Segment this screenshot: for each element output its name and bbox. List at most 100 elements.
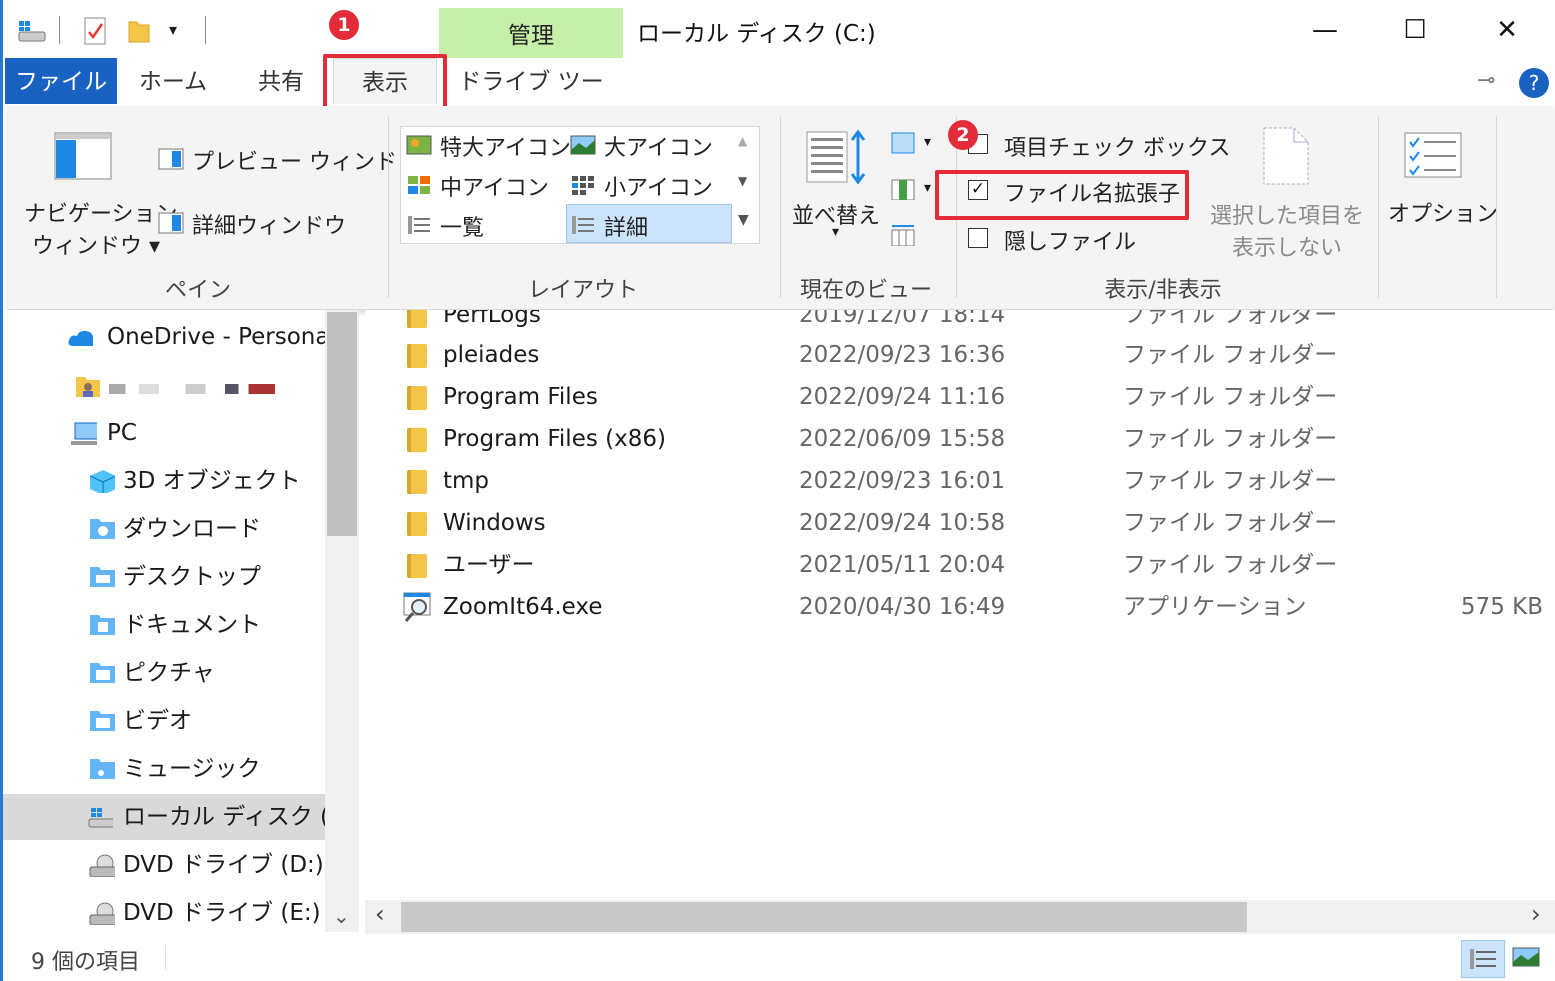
add-columns-icon[interactable] [890, 178, 916, 200]
pictures-icon [90, 663, 115, 683]
hidden-items-checkbox[interactable] [968, 228, 988, 248]
documents-icon [90, 615, 115, 635]
scroll-right-icon[interactable]: › [1531, 900, 1541, 928]
file-row[interactable]: tmp 2022/09/23 16:01 ファイル フォルダー [365, 460, 1555, 502]
maximize-button[interactable]: ☐ [1375, 8, 1455, 52]
options-icon[interactable] [1404, 132, 1462, 178]
scroll-left-icon[interactable]: ‹ [375, 900, 385, 928]
folder-icon [407, 512, 427, 536]
desktop-icon [90, 567, 115, 587]
size-columns-icon[interactable] [890, 224, 916, 246]
file-date: 2021/05/11 20:04 [799, 552, 1006, 578]
nav-item-local-disk[interactable]: ローカル ディスク (C:) [3, 794, 325, 840]
add-columns-dropdown-icon[interactable]: ▾ [924, 180, 931, 196]
nav-item-3d-objects[interactable]: 3D オブジェクト [3, 458, 325, 504]
group-by-icon[interactable] [890, 132, 916, 154]
layout-item-medium[interactable]: 中アイコン [440, 170, 549, 202]
tab-share[interactable]: 共有 [239, 58, 323, 104]
details-view-button[interactable] [1461, 940, 1505, 978]
extra-large-icons-icon [406, 135, 432, 155]
options-button[interactable]: オプション [1388, 196, 1498, 228]
nav-item-downloads[interactable]: ダウンロード [3, 506, 325, 552]
layout-item-small[interactable]: 小アイコン [604, 170, 713, 202]
hide-selected-items-icon [1263, 127, 1309, 185]
folder-icon [407, 428, 427, 452]
nav-item-user-folder[interactable] [3, 364, 325, 410]
tab-file[interactable]: ファイル [5, 58, 117, 104]
nav-item-desktop[interactable]: デスクトップ [3, 554, 325, 600]
ribbon-tabs: ファイル ホーム 共有 表示 ドライブ ツール ⊸ ? [3, 58, 1555, 143]
downloads-icon [90, 519, 115, 539]
item-checkboxes-label[interactable]: 項目チェック ボックス [1004, 130, 1230, 162]
properties-icon[interactable] [83, 16, 109, 46]
file-row[interactable]: ZoomIt64.exe 2020/04/30 16:49 アプリケーション 5… [365, 586, 1555, 628]
nav-item-label: 3D オブジェクト [123, 468, 301, 494]
group-by-dropdown-icon[interactable]: ▾ [924, 134, 931, 150]
file-date: 2022/09/24 10:58 [799, 510, 1006, 536]
nav-item-label: ミュージック [123, 756, 261, 782]
medium-icons-icon [408, 176, 430, 194]
pin-ribbon-icon[interactable]: ⊸ [1477, 68, 1495, 93]
minimize-button[interactable]: — [1285, 8, 1365, 52]
quick-access-dropdown-icon[interactable]: ▾ [169, 20, 177, 39]
gallery-scroll-down-icon[interactable]: ▼ [738, 174, 747, 188]
nav-item-label: デスクトップ [123, 564, 261, 590]
sort-icon[interactable] [806, 128, 866, 186]
preview-pane-button[interactable]: プレビュー ウィンドウ [192, 144, 419, 176]
folder-icon [407, 310, 427, 328]
layout-item-extra-large[interactable]: 特大アイコン [440, 130, 571, 162]
close-button[interactable]: ✕ [1467, 8, 1547, 52]
sort-dropdown-icon[interactable]: ▾ [832, 224, 839, 240]
nav-item-onedrive[interactable]: OneDrive - Personal [3, 314, 325, 360]
gallery-scroll-up-icon[interactable]: ▲ [738, 134, 747, 148]
gallery-expand-icon[interactable]: ▼ [738, 212, 749, 228]
navigation-pane-icon[interactable] [54, 132, 112, 180]
file-row[interactable]: Program Files 2022/09/24 11:16 ファイル フォルダ… [365, 376, 1555, 418]
nav-item-label: PC [107, 420, 137, 446]
file-row[interactable]: ユーザー 2021/05/11 20:04 ファイル フォルダー [365, 544, 1555, 586]
help-icon[interactable]: ? [1519, 68, 1549, 98]
nav-pane-label-1[interactable]: ナビゲーション [24, 196, 178, 228]
explorer-window: ▾ 管理 ローカル ディスク (C:) — ☐ ✕ ファイル ホーム 共有 表示… [0, 0, 1555, 981]
file-type: ファイル フォルダー [1123, 310, 1338, 328]
hide-selected-label-1[interactable]: 選択した項目を [1210, 198, 1364, 230]
nav-pane-label-2[interactable]: ウィンドウ ▾ [32, 228, 160, 260]
hidden-items-label[interactable]: 隠しファイル [1004, 224, 1136, 256]
3d-objects-icon [89, 470, 115, 493]
callout-view-tab [323, 54, 447, 114]
file-date: 2022/09/23 16:36 [799, 342, 1006, 368]
group-divider [1496, 116, 1497, 298]
tab-drive-tools[interactable]: ドライブ ツール [449, 58, 613, 143]
details-pane-button[interactable]: 詳細ウィンドウ [192, 208, 346, 240]
nav-item-music[interactable]: ミュージック [3, 746, 325, 792]
large-icons-view-button[interactable] [1511, 944, 1541, 972]
nav-item-pictures[interactable]: ピクチャ [3, 650, 325, 696]
horizontal-scrollbar-thumb[interactable] [401, 902, 1247, 932]
nav-item-dvd-e[interactable]: DVD ドライブ (E:) [3, 890, 325, 932]
file-type: ファイル フォルダー [1123, 384, 1338, 410]
videos-icon [90, 711, 115, 731]
file-row[interactable]: Program Files (x86) 2022/06/09 15:58 ファイ… [365, 418, 1555, 460]
nav-item-videos[interactable]: ビデオ [3, 698, 325, 744]
nav-scroll-down-icon[interactable]: ⌄ [333, 904, 350, 928]
nav-item-documents[interactable]: ドキュメント [3, 602, 325, 648]
file-name: Program Files [443, 384, 598, 410]
tab-manage[interactable]: 管理 [439, 8, 623, 58]
layout-item-large[interactable]: 大アイコン [604, 130, 713, 162]
nav-item-label: ピクチャ [123, 660, 215, 686]
file-row[interactable]: pleiades 2022/09/23 16:36 ファイル フォルダー [365, 334, 1555, 376]
layout-item-details[interactable]: 詳細 [604, 210, 648, 242]
nav-item-dvd-d[interactable]: DVD ドライブ (D:) [3, 842, 325, 888]
new-folder-icon[interactable] [127, 18, 151, 44]
layout-item-list[interactable]: 一覧 [440, 210, 484, 242]
group-label-show-hide: 表示/非表示 [1104, 278, 1222, 303]
local-disk-icon [88, 808, 113, 828]
tab-home[interactable]: ホーム [131, 58, 215, 104]
hide-selected-label-2[interactable]: 表示しない [1232, 230, 1342, 262]
file-date: 2022/09/24 11:16 [799, 384, 1006, 410]
nav-scrollbar-thumb[interactable] [327, 312, 357, 536]
file-row[interactable]: Windows 2022/09/24 10:58 ファイル フォルダー [365, 502, 1555, 544]
file-row[interactable]: PerfLogs 2019/12/07 18:14 ファイル フォルダー [365, 310, 1555, 336]
drive-icon[interactable] [17, 18, 47, 44]
nav-item-pc[interactable]: PC [3, 410, 325, 456]
